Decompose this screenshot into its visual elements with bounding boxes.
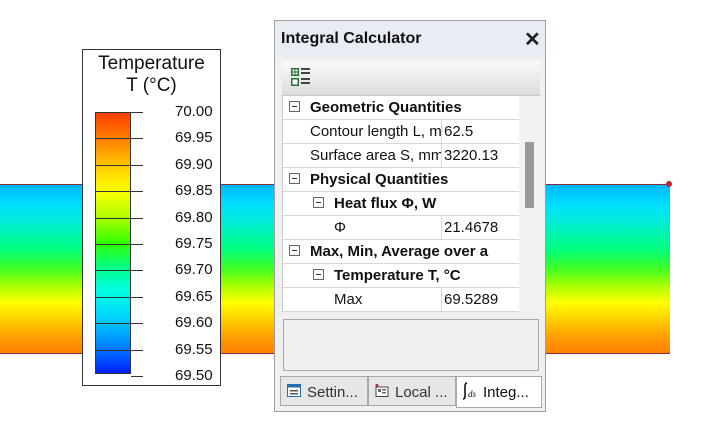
legend-tick [131, 217, 143, 219]
legend-value-label: 69.95 [175, 129, 213, 147]
legend-band-separator [95, 217, 131, 219]
legend-value-label: 69.55 [175, 340, 213, 358]
surface-area-label: Surface area S, mm [310, 147, 442, 164]
color-legend: Temperature T (°C) 70.00 69.95 69.90 69.85 6… [82, 49, 221, 386]
legend-band-separator [95, 323, 131, 325]
collapse-icon[interactable] [313, 197, 324, 208]
legend-tick [131, 112, 143, 113]
tree-group-label: Temperature T, °C [334, 267, 461, 284]
legend-value-label: 69.90 [175, 155, 213, 173]
local-values-icon [375, 384, 389, 397]
legend-tick [131, 270, 143, 272]
integral-calculator-panel: Integral Calculator ✕ Geometric Quantiti… [274, 20, 546, 412]
collapse-icon[interactable] [289, 245, 300, 256]
legend-band-separator [95, 138, 131, 140]
legend-band-separator [95, 164, 131, 166]
legend-value-label: 69.50 [175, 367, 213, 384]
tree-scrollbar[interactable] [519, 96, 541, 312]
tab-settings[interactable]: Settin... [280, 376, 368, 406]
panel-tabs: Settin... Local ... ds Integ... [280, 376, 542, 408]
legend-tick [131, 191, 143, 193]
collapse-icon[interactable] [289, 101, 300, 112]
legend-title-line1: Temperature [98, 53, 205, 74]
description-box [283, 319, 539, 371]
calculator-grid-icon[interactable] [290, 66, 312, 88]
tree-group-label: Physical Quantities [310, 171, 449, 188]
tree-group-label: Heat flux Φ, W [334, 195, 437, 212]
scrollbar-thumb[interactable] [525, 142, 534, 208]
legend-tick [131, 376, 143, 377]
panel-titlebar[interactable]: Integral Calculator ✕ [275, 21, 545, 58]
legend-tick [131, 349, 143, 351]
legend-tick [131, 164, 143, 166]
legend-band-separator [95, 296, 131, 298]
tree-group-temperature[interactable]: Temperature T, °C [283, 264, 519, 288]
tree-group-label: Geometric Quantities [310, 99, 462, 116]
svg-text:ds: ds [468, 389, 477, 399]
quantities-tree: Geometric Quantities Contour length L, m… [282, 96, 541, 312]
contour-length-value: 62.5 [444, 123, 474, 140]
legend-value-label: 69.80 [175, 208, 213, 226]
integral-icon: ds [462, 382, 477, 400]
tree-row-contour-length[interactable]: Contour length L, m 62.5 [283, 120, 519, 144]
tree-group-max-min-average[interactable]: Max, Min, Average over a [283, 240, 519, 264]
legend-tick [131, 244, 143, 245]
max-label: Max [334, 291, 363, 308]
legend-tick [131, 296, 143, 298]
legend-band-separator [95, 349, 131, 351]
panel-title: Integral Calculator [281, 30, 422, 47]
contour-vertex-marker[interactable] [666, 181, 672, 187]
tree-group-heat-flux[interactable]: Heat flux Φ, W [283, 192, 519, 216]
legend-color-bar [95, 112, 131, 374]
legend-band-separator [95, 191, 131, 193]
tab-local-values[interactable]: Local ... [368, 376, 456, 406]
tree-group-label: Max, Min, Average over a [310, 243, 489, 260]
phi-label: Φ [334, 219, 346, 236]
legend-value-label: 69.85 [175, 182, 213, 200]
tree-row-max[interactable]: Max 69.5289 [283, 288, 519, 312]
tab-label: Local ... [395, 384, 448, 401]
tab-integral[interactable]: ds Integ... [456, 376, 542, 408]
surface-area-value: 3220.13 [444, 147, 499, 164]
legend-value-label: 69.70 [175, 261, 213, 279]
tree-group-physical[interactable]: Physical Quantities [283, 168, 519, 192]
close-icon[interactable]: ✕ [524, 27, 541, 52]
legend-band-separator [95, 270, 131, 272]
tree-group-geometric[interactable]: Geometric Quantities [283, 96, 519, 120]
legend-tick [131, 323, 143, 325]
panel-toolbar [282, 61, 540, 96]
legend-value-label: 69.60 [175, 314, 213, 332]
legend-tick [131, 138, 143, 140]
tree-row-surface-area[interactable]: Surface area S, mm 3220.13 [283, 144, 519, 168]
legend-value-label: 69.65 [175, 287, 213, 305]
collapse-icon[interactable] [289, 173, 300, 184]
tab-label: Integ... [483, 384, 529, 401]
legend-title-line2: T (°C) [126, 75, 177, 96]
contour-length-label: Contour length L, m [310, 123, 442, 140]
tab-label: Settin... [307, 384, 358, 401]
phi-value: 21.4678 [444, 219, 499, 236]
tree-row-phi[interactable]: Φ 21.4678 [283, 216, 519, 240]
settings-icon [287, 384, 301, 397]
max-value: 69.5289 [444, 291, 499, 308]
collapse-icon[interactable] [313, 269, 324, 280]
legend-band-separator [95, 244, 131, 245]
legend-title: Temperature T (°C) [83, 53, 220, 97]
legend-value-label: 70.00 [175, 103, 213, 120]
legend-value-label: 69.75 [175, 235, 213, 252]
